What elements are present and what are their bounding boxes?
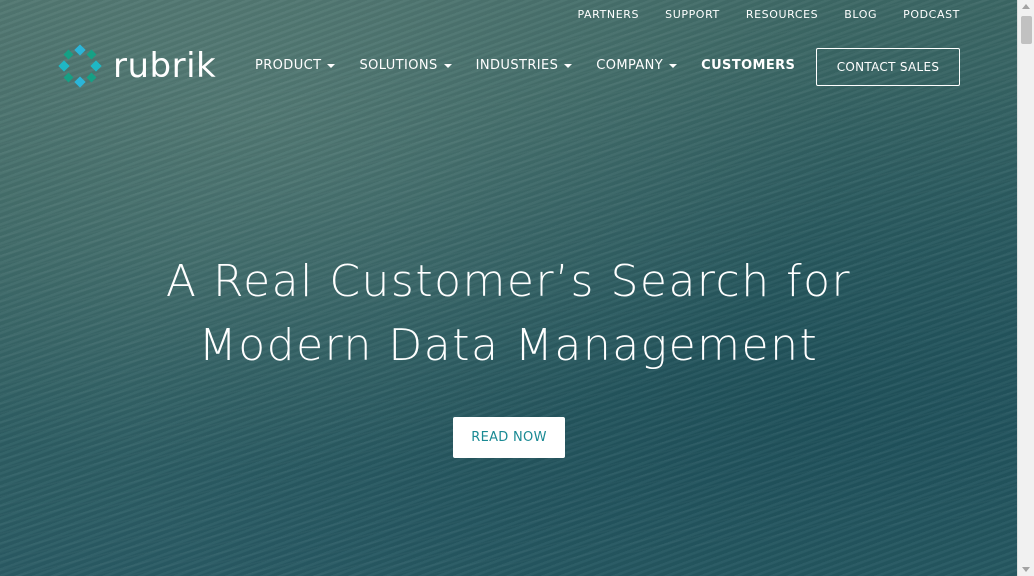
top-link-support[interactable]: SUPPORT (665, 8, 720, 21)
nav-item-industries[interactable]: INDUSTRIES (476, 58, 573, 73)
nav-item-label: INDUSTRIES (475, 58, 559, 73)
caret-down-icon (327, 63, 336, 68)
caret-down-icon (669, 63, 678, 68)
caret-down-icon (564, 63, 573, 68)
nav-item-company[interactable]: COMPANY (596, 58, 678, 73)
scroll-up-icon[interactable] (1022, 4, 1030, 9)
hero-headline-line-2: Modern Data Management (198, 320, 819, 371)
hero-headline: A Real Customer’s Search for Modern Data… (0, 250, 1017, 378)
read-now-button[interactable]: READ NOW (453, 417, 565, 458)
nav-item-label: PRODUCT (255, 58, 322, 73)
top-link-resources[interactable]: RESOURCES (746, 8, 818, 21)
scroll-down-icon[interactable] (1022, 567, 1030, 572)
nav-item-solutions[interactable]: SOLUTIONS (359, 58, 452, 73)
nav-item-label: COMPANY (596, 58, 664, 73)
nav-item-label: CUSTOMERS (701, 58, 796, 73)
nav-item-label: SOLUTIONS (359, 58, 438, 73)
hero-background: PARTNERS SUPPORT RESOURCES BLOG PODCAST … (0, 0, 1017, 576)
hero-headline-line-1: A Real Customer’s Search for (165, 256, 852, 307)
caret-down-icon (443, 63, 452, 68)
top-link-podcast[interactable]: PODCAST (903, 8, 960, 21)
rubrik-logo-icon (58, 44, 102, 88)
rubrik-logo[interactable]: rubrik (57, 43, 216, 89)
top-link-blog[interactable]: BLOG (844, 8, 877, 21)
logo-text: rubrik (113, 46, 217, 86)
contact-sales-button[interactable]: CONTACT SALES (816, 48, 960, 86)
top-link-partners[interactable]: PARTNERS (577, 8, 639, 21)
vertical-scrollbar[interactable] (1017, 0, 1034, 576)
scrollbar-thumb[interactable] (1021, 16, 1032, 44)
nav-item-product[interactable]: PRODUCT (255, 58, 336, 73)
utility-nav: PARTNERS SUPPORT RESOURCES BLOG PODCAST (577, 0, 960, 28)
nav-item-customers[interactable]: CUSTOMERS (701, 58, 795, 73)
main-nav: PRODUCT SOLUTIONS INDUSTRIES COMPANY CUS… (255, 58, 795, 73)
